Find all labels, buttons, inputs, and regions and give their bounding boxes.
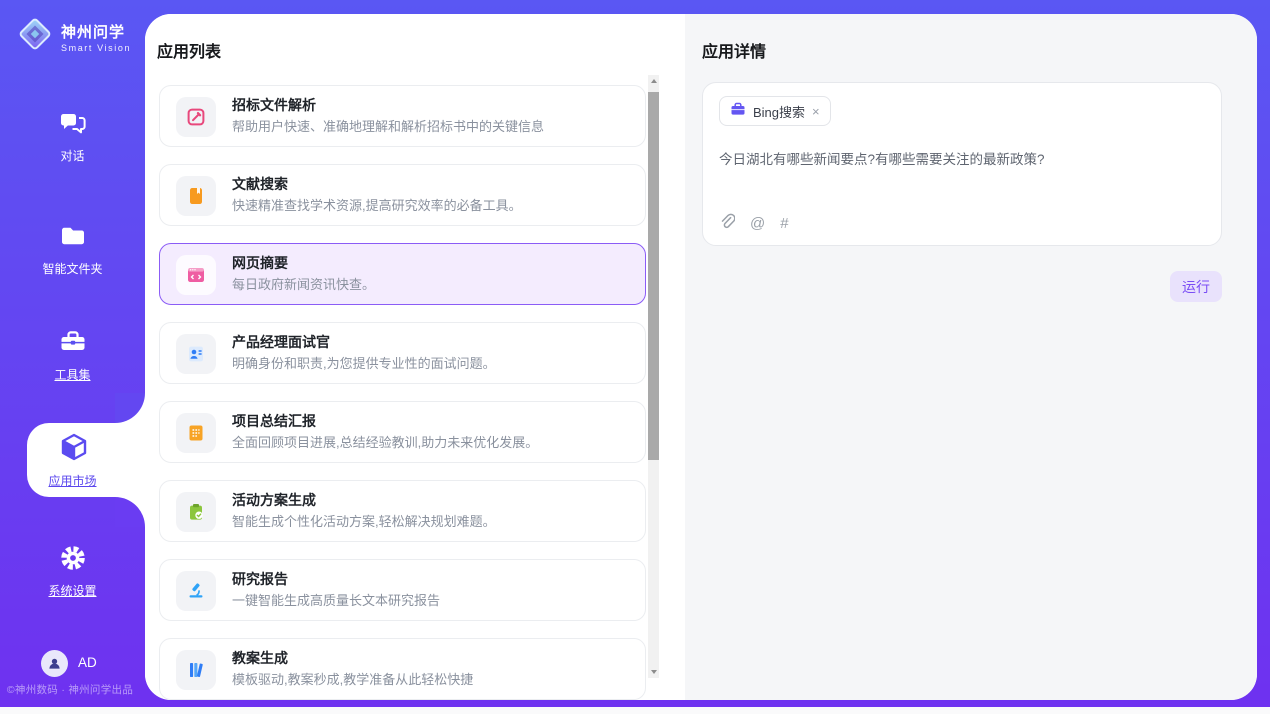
main-content: 应用列表 招标文件解析帮助用户快速、准确地理解和解析招标书中的关键信息文献搜索快… [145, 14, 1257, 700]
tool-chip-label: Bing搜索 [753, 102, 805, 121]
sidebar: 神州问学 Smart Vision 对话智能文件夹工具集应用市场系统设置 AD … [0, 0, 145, 714]
sidebar-item-3[interactable]: 工具集 [0, 327, 145, 383]
scroll-down-arrow-icon[interactable] [648, 666, 659, 678]
attachment-toolbar: @ # [719, 213, 789, 233]
chip-close-icon[interactable]: × [812, 105, 820, 118]
person-icon [46, 655, 63, 672]
app-card[interactable]: 产品经理面试官明确身份和职责,为您提供专业性的面试问题。 [159, 322, 646, 384]
interview-icon [176, 334, 216, 374]
app-card-description: 智能生成个性化活动方案,轻松解决规划难题。 [232, 511, 496, 530]
scroll-up-arrow-icon[interactable] [648, 75, 659, 87]
app-card-title: 研究报告 [232, 569, 288, 589]
app-card-title: 活动方案生成 [232, 490, 316, 510]
sidebar-item-label: 工具集 [0, 366, 145, 383]
gear-icon [58, 543, 88, 573]
user-name: AD [78, 655, 97, 670]
sidebar-item-5[interactable]: 系统设置 [0, 543, 145, 599]
query-text[interactable]: 今日湖北有哪些新闻要点?有哪些需要关注的最新政策? [719, 148, 1205, 168]
app-card-description: 一键智能生成高质量长文本研究报告 [232, 590, 440, 609]
folder-icon [58, 221, 88, 251]
app-card[interactable]: 教案生成模板驱动,教案秒成,教学准备从此轻松快捷 [159, 638, 646, 700]
bubble-notch-top [115, 393, 145, 423]
edit-square-icon [176, 97, 216, 137]
copyright-text: ©神州数码 · 神州问学出品 [0, 682, 140, 697]
app-card-description: 全面回顾项目进展,总结经验教训,助力未来优化发展。 [232, 432, 538, 451]
clipboard-check-icon [176, 492, 216, 532]
note-icon [176, 413, 216, 453]
app-card-title: 教案生成 [232, 648, 288, 668]
books-icon [176, 650, 216, 690]
sidebar-item-label: 智能文件夹 [0, 260, 145, 277]
app-detail-title: 应用详情 [702, 38, 766, 62]
logo-title: 神州问学 [61, 21, 131, 42]
sidebar-item-1[interactable]: 对话 [0, 108, 145, 164]
sidebar-item-2[interactable]: 智能文件夹 [0, 221, 145, 277]
briefcase-icon [730, 101, 746, 122]
logo-subtitle: Smart Vision [61, 43, 131, 53]
app-card-title: 招标文件解析 [232, 95, 316, 115]
avatar[interactable] [41, 650, 68, 677]
bottom-strip [0, 707, 1270, 714]
app-card-description: 快速精准查找学术资源,提高研究效率的必备工具。 [232, 195, 522, 214]
app-card[interactable]: 项目总结汇报全面回顾项目进展,总结经验教训,助力未来优化发展。 [159, 401, 646, 463]
app-card[interactable]: 网页摘要每日政府新闻资讯快查。 [159, 243, 646, 305]
app-detail-panel: 应用详情 Bing搜索 × 今日湖北有哪些新闻要点?有哪些需要关注的最新政策? [685, 14, 1257, 700]
sidebar-item-label: 应用市场 [0, 472, 145, 489]
app-logo: 神州问学 Smart Vision [16, 15, 131, 58]
sidebar-item-label: 系统设置 [0, 582, 145, 599]
app-card-title: 文献搜索 [232, 174, 288, 194]
toolbox-icon [58, 327, 88, 357]
bubble-notch-bottom [115, 497, 145, 527]
app-card-title: 项目总结汇报 [232, 411, 316, 431]
hash-icon[interactable]: # [780, 216, 788, 231]
prompt-card: Bing搜索 × 今日湖北有哪些新闻要点?有哪些需要关注的最新政策? @ # [702, 82, 1222, 246]
app-card-description: 模板驱动,教案秒成,教学准备从此轻松快捷 [232, 669, 473, 688]
run-button[interactable]: 运行 [1170, 271, 1222, 302]
app-card-title: 网页摘要 [232, 253, 288, 273]
app-card[interactable]: 研究报告一键智能生成高质量长文本研究报告 [159, 559, 646, 621]
app-card[interactable]: 文献搜索快速精准查找学术资源,提高研究效率的必备工具。 [159, 164, 646, 226]
scrollbar-thumb[interactable] [648, 92, 659, 460]
app-card[interactable]: 招标文件解析帮助用户快速、准确地理解和解析招标书中的关键信息 [159, 85, 646, 147]
cube-icon [58, 431, 88, 461]
app-card-title: 产品经理面试官 [232, 332, 330, 352]
logo-diamond-icon [16, 15, 54, 58]
app-card-description: 每日政府新闻资讯快查。 [232, 274, 375, 293]
app-card-description: 帮助用户快速、准确地理解和解析招标书中的关键信息 [232, 116, 544, 135]
at-icon[interactable]: @ [750, 216, 765, 231]
sidebar-item-label: 对话 [0, 147, 145, 164]
paperclip-icon[interactable] [719, 213, 735, 233]
microscope-icon [176, 571, 216, 611]
book-icon [176, 176, 216, 216]
app-card-description: 明确身份和职责,为您提供专业性的面试问题。 [232, 353, 496, 372]
app-card[interactable]: 活动方案生成智能生成个性化活动方案,轻松解决规划难题。 [159, 480, 646, 542]
sidebar-item-4[interactable]: 应用市场 [0, 431, 145, 489]
tool-chip-bing-search[interactable]: Bing搜索 × [719, 96, 831, 126]
scrollbar[interactable] [648, 75, 659, 678]
app-list-panel: 应用列表 招标文件解析帮助用户快速、准确地理解和解析招标书中的关键信息文献搜索快… [145, 14, 685, 700]
chat-icon [58, 108, 88, 138]
browser-code-icon [176, 255, 216, 295]
app-list-title: 应用列表 [157, 38, 221, 62]
